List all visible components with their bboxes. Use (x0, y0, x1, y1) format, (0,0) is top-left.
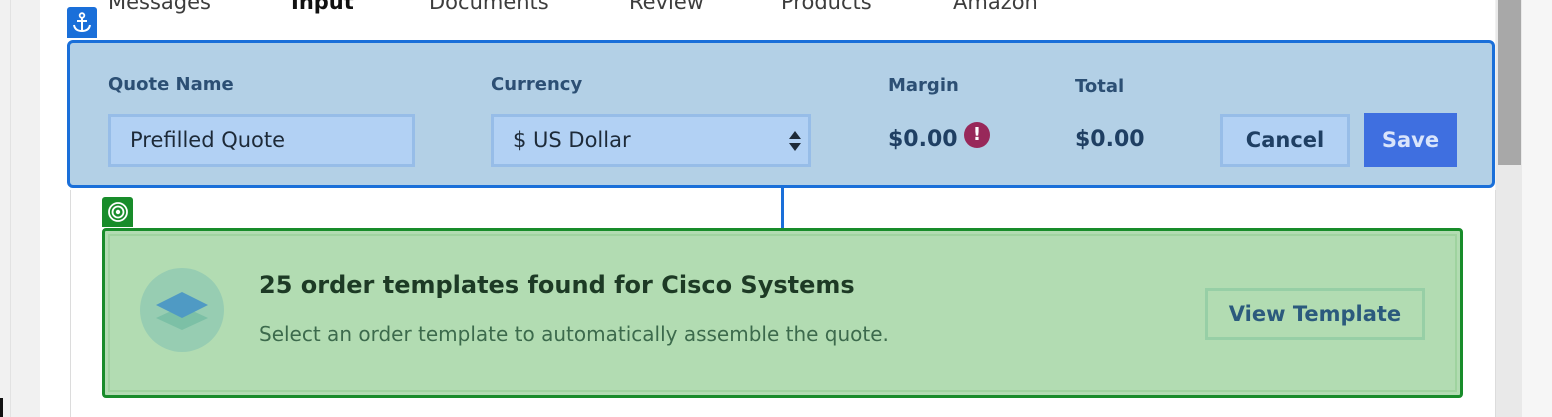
tab-amazon[interactable]: Amazon (953, 0, 1038, 14)
left-divider (10, 0, 11, 417)
currency-select[interactable]: $ US Dollar (491, 114, 811, 167)
tab-documents[interactable]: Documents (429, 0, 549, 14)
edge-mark (0, 398, 3, 417)
save-button[interactable]: Save (1364, 113, 1457, 167)
scrollbar-thumb[interactable] (1498, 0, 1521, 165)
margin-value: $0.00 (888, 127, 958, 152)
cancel-button[interactable]: Cancel (1220, 114, 1350, 167)
template-banner-title: 25 order templates found for Cisco Syste… (259, 271, 855, 299)
quote-name-input[interactable]: Prefilled Quote (108, 114, 415, 167)
quote-name-label: Quote Name (108, 74, 234, 95)
tab-input[interactable]: Input (291, 0, 354, 14)
total-label: Total (1075, 76, 1125, 97)
anchor-icon (67, 7, 97, 38)
template-banner-subtitle: Select an order template to automaticall… (259, 322, 889, 346)
left-gutter (0, 0, 40, 417)
margin-label: Margin (888, 75, 959, 96)
sort-arrows-icon (789, 131, 801, 151)
tab-review[interactable]: Review (629, 0, 704, 14)
view-template-button[interactable]: View Template (1205, 288, 1425, 340)
total-value: $0.00 (1075, 127, 1145, 152)
currency-select-value: $ US Dollar (513, 128, 631, 152)
tab-products[interactable]: Products (781, 0, 872, 14)
tab-messages[interactable]: Messages (108, 0, 211, 14)
alert-icon[interactable]: ! (964, 122, 990, 148)
currency-label: Currency (491, 74, 583, 95)
layers-icon (140, 268, 224, 352)
right-gutter (1522, 0, 1552, 417)
highlight-connector (781, 188, 784, 228)
target-icon (102, 197, 133, 227)
